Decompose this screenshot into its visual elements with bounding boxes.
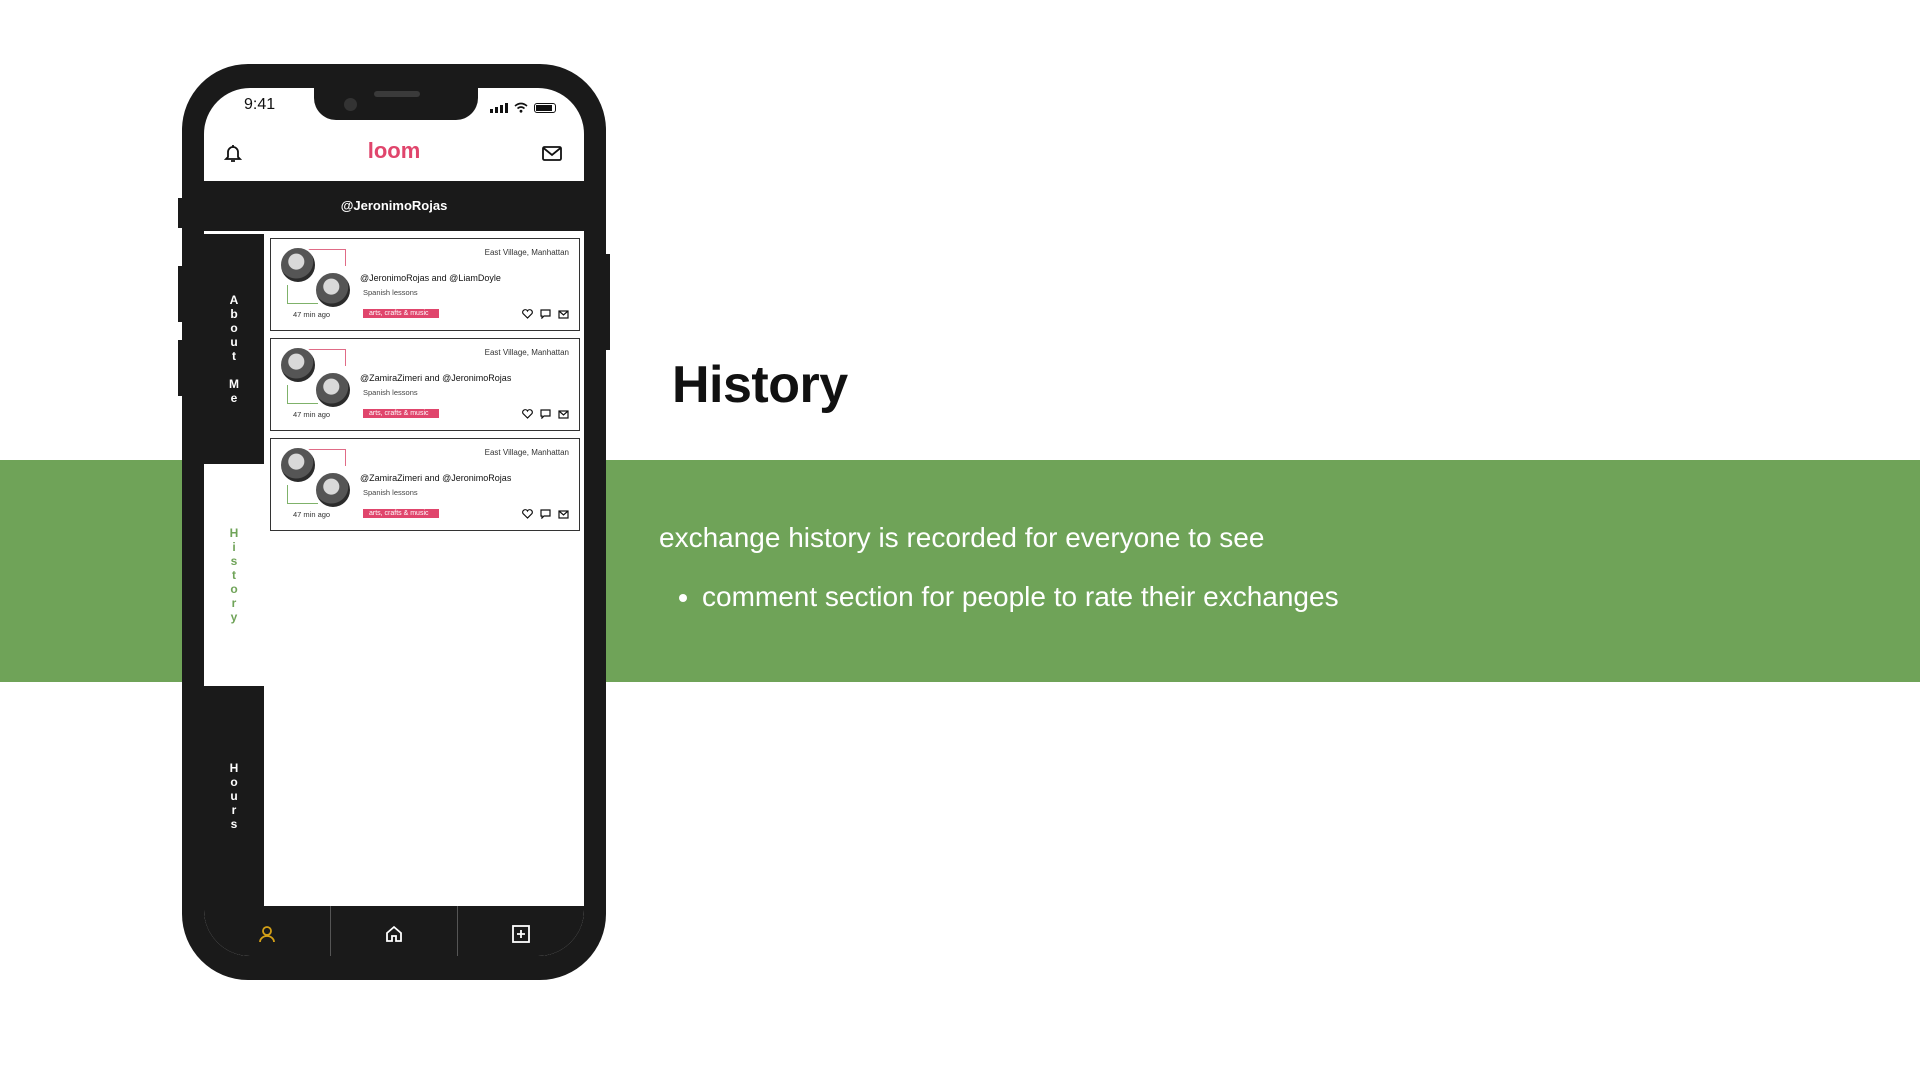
card-participants[interactable]: @JeronimoRojas and @LiamDoyle xyxy=(360,273,501,283)
wifi-icon xyxy=(514,102,528,113)
logo-text: loom xyxy=(367,138,421,163)
power-button xyxy=(604,254,610,350)
card-location: East Village, Manhattan xyxy=(484,448,569,457)
heart-icon[interactable] xyxy=(522,409,533,419)
bullet-item: comment section for people to rate their… xyxy=(702,580,1339,614)
comment-icon[interactable] xyxy=(540,509,551,519)
avatar xyxy=(314,371,352,409)
avatar xyxy=(279,446,317,484)
tab-history-label: History xyxy=(227,526,241,624)
message-icon[interactable] xyxy=(558,509,569,519)
card-lesson: Spanish lessons xyxy=(363,488,418,497)
history-card[interactable]: East Village, Manhattan @ZamiraZimeri an… xyxy=(270,338,580,431)
mail-icon[interactable] xyxy=(542,146,562,161)
add-icon xyxy=(512,924,530,943)
avatar xyxy=(279,346,317,384)
nav-home[interactable] xyxy=(331,906,458,956)
card-actions xyxy=(522,309,569,319)
history-feed: East Village, Manhattan @JeronimoRojas a… xyxy=(270,238,580,538)
home-icon xyxy=(386,925,402,942)
username-bar: @JeronimoRojas xyxy=(204,181,584,231)
history-card[interactable]: East Village, Manhattan @JeronimoRojas a… xyxy=(270,238,580,331)
tab-hours-label: Hours xyxy=(227,761,241,831)
tab-about-me[interactable]: About Me xyxy=(204,234,264,464)
app-header: loom xyxy=(204,128,584,178)
card-participants[interactable]: @ZamiraZimeri and @JeronimoRojas xyxy=(360,373,511,383)
profile-side-nav: About Me History Hours xyxy=(204,234,264,914)
status-icons xyxy=(490,102,556,113)
category-tag[interactable]: arts, crafts & music xyxy=(363,509,439,518)
comment-icon[interactable] xyxy=(540,409,551,419)
history-card[interactable]: East Village, Manhattan @ZamiraZimeri an… xyxy=(270,438,580,531)
card-lesson: Spanish lessons xyxy=(363,388,418,397)
bottom-nav xyxy=(204,906,584,956)
avatar xyxy=(314,471,352,509)
card-participants[interactable]: @ZamiraZimeri and @JeronimoRojas xyxy=(360,473,511,483)
card-actions xyxy=(522,509,569,519)
tab-about-me-label: About Me xyxy=(227,293,241,405)
slide-description: exchange history is recorded for everyon… xyxy=(659,522,1265,553)
signal-icon xyxy=(490,103,508,113)
phone-screen: 9:41 loom @JeronimoRojas About Me Histor… xyxy=(204,88,584,956)
volume-up-button xyxy=(178,266,184,322)
avatar xyxy=(314,271,352,309)
message-icon[interactable] xyxy=(558,409,569,419)
nav-add[interactable] xyxy=(458,906,584,956)
bullet-list: comment section for people to rate their… xyxy=(660,580,1339,614)
profile-icon xyxy=(259,925,275,942)
tab-hours[interactable]: Hours xyxy=(204,686,264,906)
card-time: 47 min ago xyxy=(293,310,331,319)
battery-icon xyxy=(534,103,556,113)
tab-history[interactable]: History xyxy=(204,464,264,686)
phone-mockup: 9:41 loom @JeronimoRojas About Me Histor… xyxy=(178,64,610,980)
avatar xyxy=(279,246,317,284)
card-location: East Village, Manhattan xyxy=(484,348,569,357)
comment-icon[interactable] xyxy=(540,309,551,319)
volume-down-button xyxy=(178,340,184,396)
category-tag[interactable]: arts, crafts & music xyxy=(363,409,439,418)
card-lesson: Spanish lessons xyxy=(363,288,418,297)
status-time: 9:41 xyxy=(244,96,276,113)
nav-profile[interactable] xyxy=(204,906,331,956)
card-time: 47 min ago xyxy=(293,410,331,419)
card-actions xyxy=(522,409,569,419)
app-logo: loom xyxy=(204,138,584,164)
message-icon[interactable] xyxy=(558,309,569,319)
silent-switch xyxy=(178,198,184,228)
category-tag[interactable]: arts, crafts & music xyxy=(363,309,439,318)
notch xyxy=(314,88,478,120)
heart-icon[interactable] xyxy=(522,309,533,319)
slide-title: History xyxy=(672,356,848,414)
card-time: 47 min ago xyxy=(293,510,331,519)
heart-icon[interactable] xyxy=(522,509,533,519)
card-location: East Village, Manhattan xyxy=(484,248,569,257)
